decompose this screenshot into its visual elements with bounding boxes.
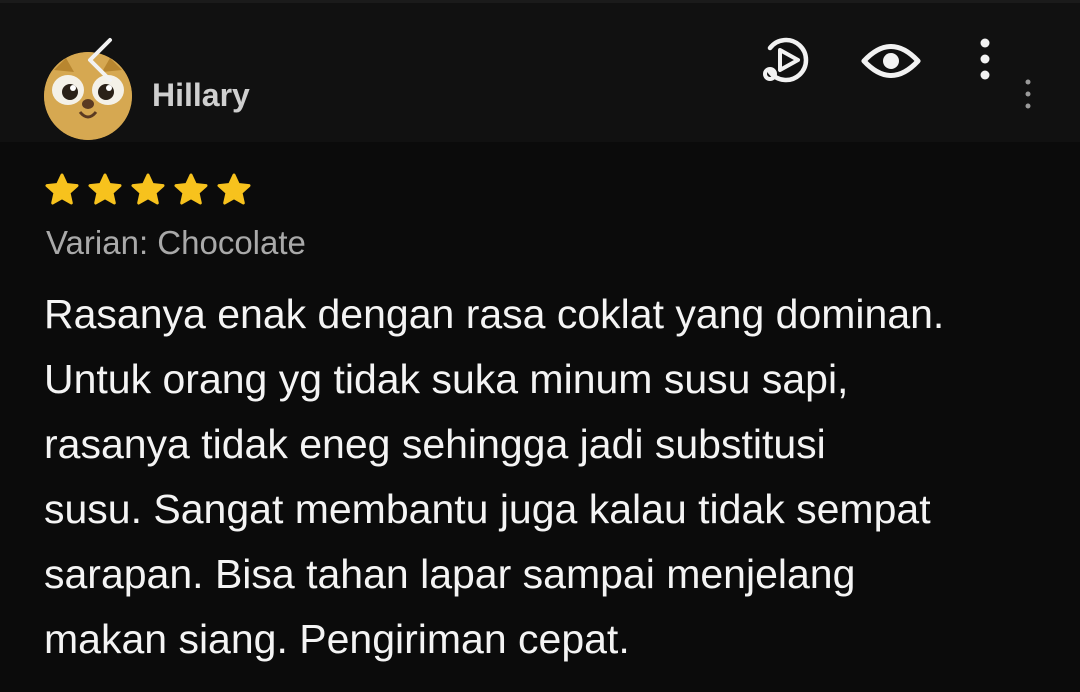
more-vertical-small-icon: [1025, 79, 1031, 109]
review-line: makan siang. Pengiriman cepat.: [44, 616, 630, 662]
review-line: susu. Sangat membantu juga kalau tidak s…: [44, 486, 931, 532]
review-line: Untuk orang yg tidak suka minum susu sap…: [44, 356, 849, 402]
eye-button[interactable]: [860, 38, 922, 84]
review-line: Rasanya enak dengan rasa coklat yang dom…: [44, 291, 945, 337]
status-divider: [0, 0, 1080, 3]
star-icon: [174, 173, 208, 205]
top-bar: Hillary: [0, 0, 1080, 142]
star-icon: [131, 173, 165, 205]
back-icon: [88, 38, 112, 82]
star-icon: [217, 173, 251, 205]
star-rating: [44, 172, 264, 210]
reviewer-name: Hillary: [152, 77, 250, 113]
eye-icon: [861, 44, 921, 78]
review-text: Rasanya enak dengan rasa coklat yang dom…: [44, 282, 1054, 672]
back-button[interactable]: [82, 34, 122, 86]
more-options-button[interactable]: [970, 36, 1000, 86]
review-options-icon[interactable]: [1018, 78, 1038, 114]
review-line: sarapan. Bisa tahan lapar sampai menjela…: [44, 551, 856, 597]
star-icon: [45, 173, 79, 205]
star-icon: [88, 173, 122, 205]
more-vertical-icon: [980, 38, 990, 80]
product-variant: Varian: Chocolate: [46, 224, 306, 261]
video-button[interactable]: [758, 34, 814, 86]
review-line: rasanya tidak eneg sehingga jadi substit…: [44, 421, 826, 467]
video-play-icon: [763, 37, 809, 83]
star-rating-icons: [45, 173, 251, 205]
